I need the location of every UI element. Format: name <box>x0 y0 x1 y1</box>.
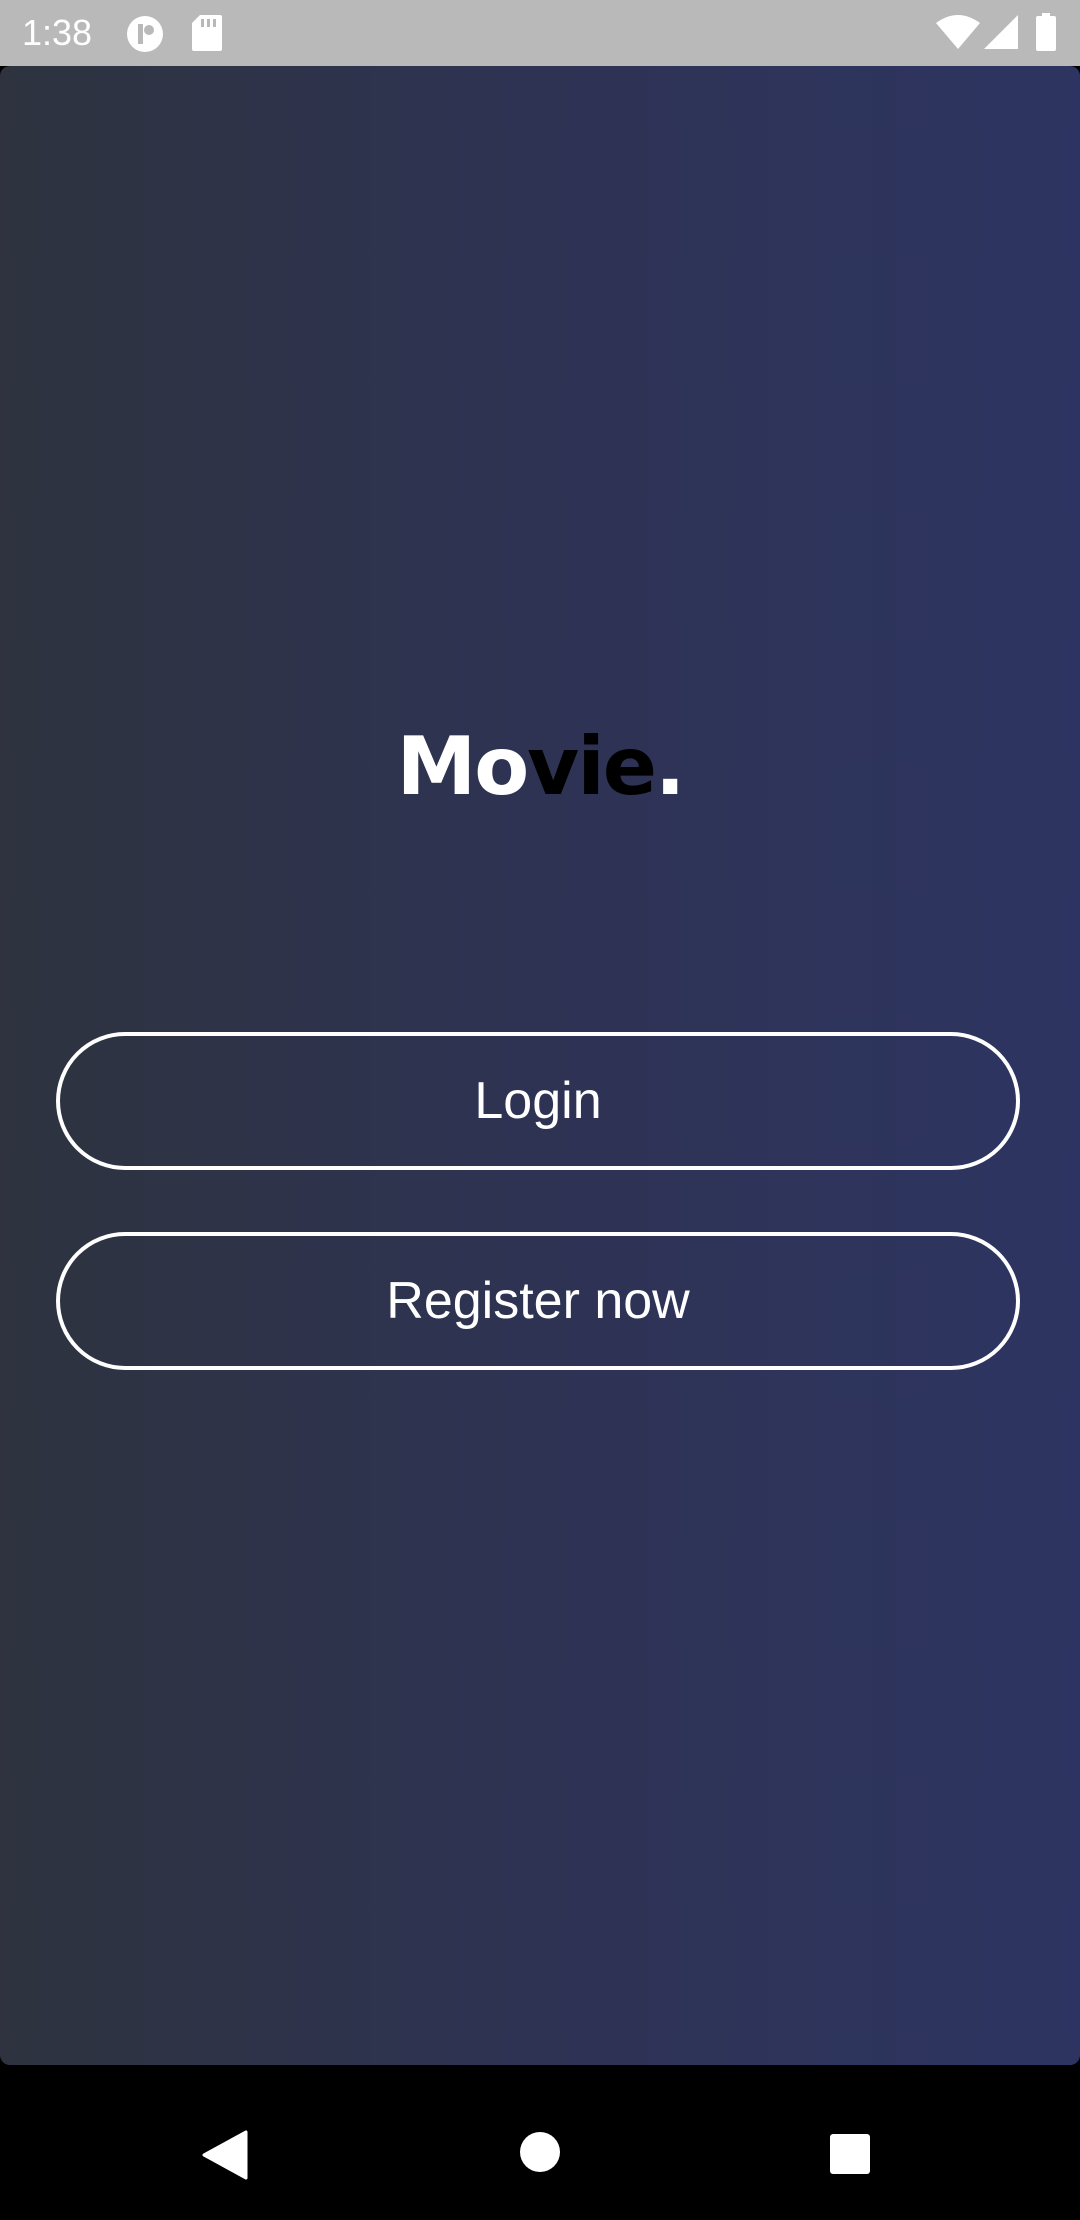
battery-icon <box>1036 13 1056 51</box>
screen: 1:38 Movie. Login Register now <box>0 0 1080 2220</box>
app-logo: Movie. <box>0 712 1080 822</box>
recents-icon[interactable] <box>828 2132 872 2176</box>
wifi-icon <box>936 15 980 49</box>
logo-text-part: Mo <box>396 720 530 813</box>
logo-text-part: . <box>655 720 685 813</box>
home-icon[interactable] <box>518 2130 562 2174</box>
signal-icon <box>984 15 1018 49</box>
welcome-screen: Movie. Login Register now <box>0 66 1080 2065</box>
register-button[interactable]: Register now <box>56 1232 1020 1370</box>
sd-card-icon <box>192 15 222 51</box>
login-button[interactable]: Login <box>56 1032 1020 1170</box>
back-icon[interactable] <box>200 2130 248 2180</box>
status-bar: 1:38 <box>0 0 1080 66</box>
logo-text-part: vie <box>527 720 657 813</box>
navigation-bar <box>0 2086 1080 2220</box>
notification-app-icon <box>126 15 164 53</box>
status-time: 1:38 <box>22 12 93 53</box>
